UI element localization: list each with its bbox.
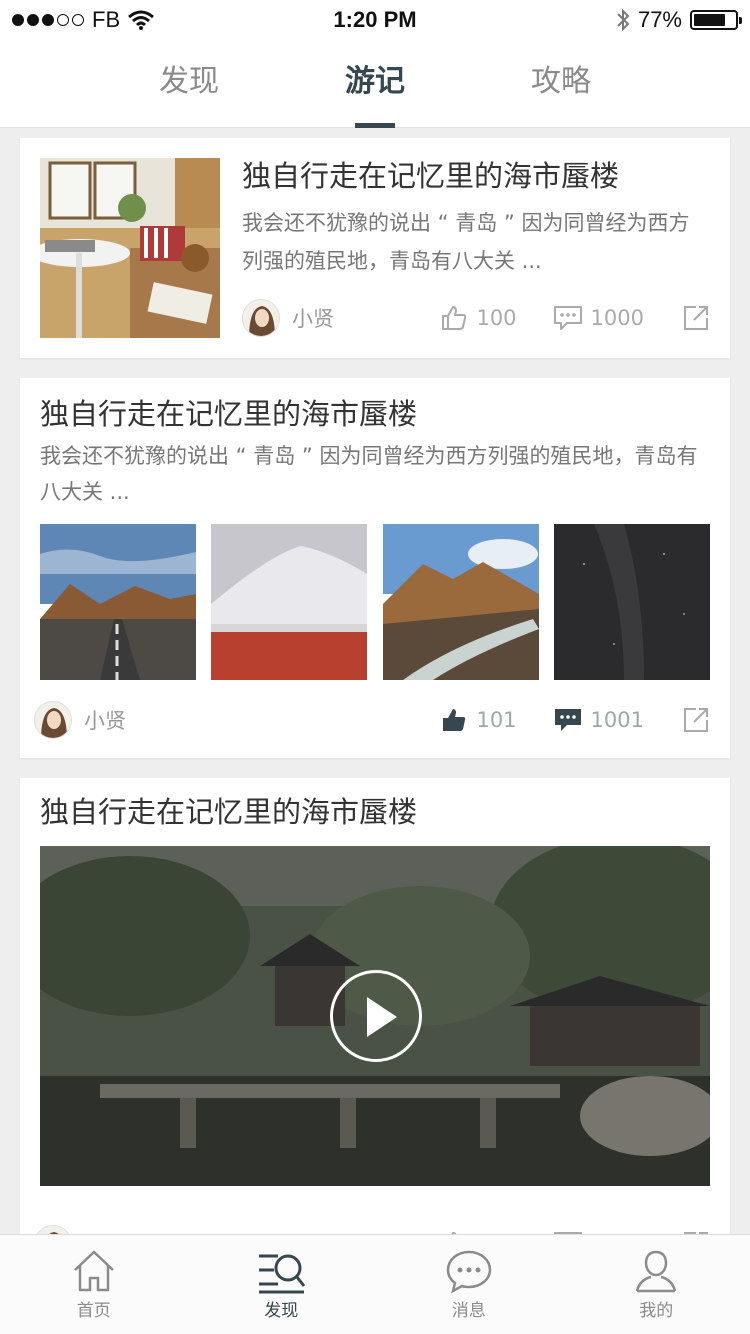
- author-name[interactable]: 小贤: [292, 303, 334, 333]
- bottom-nav: 首页 发现 消息 我的: [0, 1234, 750, 1334]
- comment-count: 1001: [590, 708, 644, 732]
- gallery-photo[interactable]: [40, 524, 196, 680]
- post-title[interactable]: 独自行走在记忆里的海市蜃楼: [242, 158, 710, 194]
- signal-icon: [12, 14, 84, 26]
- battery-icon: [690, 10, 742, 30]
- nav-messages-label: 消息: [451, 1301, 486, 1321]
- status-bar: FB 1:20 PM 77%: [0, 0, 750, 40]
- like-button[interactable]: 101: [440, 706, 517, 734]
- nav-messages[interactable]: 消息: [375, 1235, 563, 1334]
- like-count: 101: [476, 708, 517, 732]
- gallery-photo[interactable]: [211, 524, 368, 680]
- gallery-photo[interactable]: [382, 524, 539, 680]
- tab-travelogue[interactable]: 游记: [282, 40, 468, 128]
- nav-discover[interactable]: 发现: [188, 1235, 376, 1334]
- status-left: FB: [12, 7, 155, 33]
- carrier-label: FB: [92, 7, 121, 32]
- like-button[interactable]: 100: [440, 304, 517, 332]
- profile-icon: [636, 1250, 677, 1293]
- post-thumbnail[interactable]: [40, 158, 220, 338]
- post-card[interactable]: 独自行走在记忆里的海市蜃楼 我会还不犹豫的说出 “ 青岛 ” 因为同曾经为西方列…: [20, 138, 730, 358]
- avatar[interactable]: [242, 299, 280, 337]
- post-title[interactable]: 独自行走在记忆里的海市蜃楼: [40, 396, 710, 432]
- avatar[interactable]: [34, 701, 72, 739]
- post-title[interactable]: 独自行走在记忆里的海市蜃楼: [40, 794, 710, 830]
- share-icon[interactable]: [682, 304, 710, 332]
- message-icon: [446, 1250, 492, 1294]
- post-meta: 小贤 101 1001: [34, 700, 710, 740]
- avatar[interactable]: [34, 1225, 72, 1234]
- photo-gallery: [40, 524, 710, 680]
- post-body: 独自行走在记忆里的海市蜃楼 我会还不犹豫的说出 “ 青岛 ” 因为同曾经为西方列…: [242, 158, 710, 338]
- wifi-icon: [128, 10, 155, 30]
- nav-discover-label: 发现: [264, 1301, 299, 1321]
- feed[interactable]: 独自行走在记忆里的海市蜃楼 我会还不犹豫的说出 “ 青岛 ” 因为同曾经为西方列…: [0, 128, 750, 1234]
- nav-profile[interactable]: 我的: [563, 1235, 750, 1334]
- post-meta: 小贤 100 1000: [242, 298, 710, 338]
- nav-home-label: 首页: [76, 1301, 111, 1321]
- comment-button[interactable]: 1001: [553, 706, 644, 734]
- video-player[interactable]: [40, 846, 710, 1186]
- comment-count: 1000: [590, 306, 644, 330]
- post-excerpt: 我会还不犹豫的说出 “ 青岛 ” 因为同曾经为西方列强的殖民地，青岛有八大关 .…: [242, 211, 690, 273]
- thumbs-up-filled-icon: [443, 709, 466, 731]
- top-tab-bar: 发现 游记 攻略: [0, 40, 750, 128]
- comment-icon: [553, 306, 582, 330]
- comment-filled-icon: [554, 709, 581, 731]
- gallery-photo[interactable]: [553, 524, 710, 680]
- post-card[interactable]: 独自行走在记忆里的海市蜃楼: [20, 778, 730, 1234]
- battery-percent: 77%: [637, 7, 682, 32]
- bluetooth-icon: [617, 8, 630, 32]
- play-button[interactable]: [330, 970, 422, 1062]
- author-name[interactable]: 小贤: [84, 705, 126, 735]
- thumbs-up-icon: [442, 306, 467, 330]
- tab-guides[interactable]: 攻略: [468, 40, 654, 128]
- like-count: 100: [476, 306, 517, 330]
- share-icon[interactable]: [682, 706, 710, 734]
- nav-home[interactable]: 首页: [0, 1235, 188, 1334]
- tab-discover[interactable]: 发现: [96, 40, 282, 128]
- post-meta: 小贤 100 1000: [34, 1224, 710, 1234]
- nav-profile-label: 我的: [639, 1301, 674, 1321]
- comment-button[interactable]: 1000: [553, 304, 644, 332]
- discover-icon: [259, 1254, 306, 1294]
- home-icon: [73, 1250, 114, 1292]
- post-card[interactable]: 独自行走在记忆里的海市蜃楼 我会还不犹豫的说出 “ 青岛 ” 因为同曾经为西方列…: [20, 378, 730, 758]
- post-excerpt: 我会还不犹豫的说出 “ 青岛 ” 因为同曾经为西方列强的殖民地，青岛有八大关 .…: [40, 444, 698, 504]
- status-right: 77%: [616, 7, 742, 33]
